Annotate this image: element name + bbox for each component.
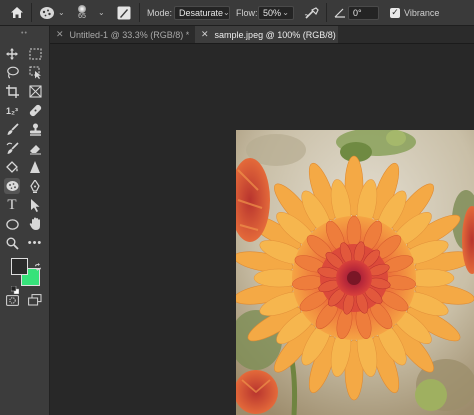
sharpen-icon [30, 160, 40, 173]
chevron-down-icon[interactable]: ⌄ [98, 0, 105, 25]
airbrush-toggle[interactable] [304, 0, 320, 25]
stamp-icon [29, 123, 41, 136]
tool-preset-picker[interactable]: ⌄ [39, 0, 65, 25]
brush-panel-icon [117, 6, 131, 19]
lasso-icon [6, 66, 19, 78]
home-button[interactable] [6, 0, 28, 25]
chevron-down-icon: ⌄ [223, 8, 230, 17]
sponge-tool[interactable] [4, 178, 20, 194]
screen-mode-toggle[interactable] [27, 292, 43, 308]
close-icon[interactable]: ✕ [201, 29, 209, 40]
mode-select[interactable]: Desaturate ⌄ [174, 0, 230, 25]
ellipse-icon [5, 218, 19, 230]
type-tool[interactable]: T [4, 197, 20, 213]
object-selection-tool[interactable] [27, 64, 43, 80]
mode-value: Desaturate [179, 7, 224, 18]
angle-input[interactable]: 0° [348, 0, 379, 25]
history-brush-tool[interactable] [4, 140, 20, 156]
angle-icon-wrap [334, 0, 346, 25]
history-brush-icon [6, 141, 19, 154]
marquee-icon [29, 48, 41, 60]
angle-icon [334, 8, 345, 18]
brush-tip-icon [78, 4, 86, 13]
move-icon [6, 48, 18, 60]
brush-preset-picker[interactable]: 65 [78, 0, 86, 25]
flow-value: 50% [263, 7, 282, 18]
more-tools[interactable]: ••• [27, 235, 43, 251]
flow-label: Flow: [236, 7, 258, 18]
tab-label: sample.jpeg @ 100% (RGB/8) [214, 29, 336, 40]
separator [326, 3, 327, 22]
separator [31, 3, 32, 22]
swap-colors-button[interactable] [34, 258, 42, 276]
brush-tool[interactable] [4, 121, 20, 137]
paint-bucket-icon [6, 160, 18, 173]
flow-input[interactable]: 50% ⌄ [258, 0, 294, 25]
vibrance-label: Vibrance [404, 7, 440, 18]
panel-grip-icon[interactable]: •• [0, 26, 49, 40]
tab-sample-jpeg[interactable]: ✕ sample.jpeg @ 100% (RGB/8) [195, 26, 338, 43]
home-icon [11, 7, 23, 18]
healing-brush-tool[interactable] [27, 102, 43, 118]
lasso-tool[interactable] [4, 64, 20, 80]
tab-label: Untitled-1 @ 33.3% (RGB/8) * [69, 29, 190, 40]
sponge-icon [6, 181, 18, 191]
clone-stamp-tool[interactable] [27, 121, 43, 137]
airbrush-icon [304, 6, 319, 19]
brush-icon [7, 122, 19, 135]
pen-tool[interactable] [27, 178, 43, 194]
hand-icon [29, 217, 40, 230]
brush-settings-toggle[interactable] [117, 0, 131, 25]
options-bar: ⌄ 65 ⌄ Mode: Desaturate ⌄ Flow: 50% ⌄ 0°… [0, 0, 474, 26]
artboard-tool[interactable] [27, 46, 43, 62]
count-tool[interactable]: 1₂³ [3, 103, 21, 119]
path-selection-tool[interactable] [27, 197, 43, 213]
tools-panel: •• 1₂³ T ••• [0, 26, 50, 415]
eraser-icon [29, 144, 41, 154]
vibrance-checkbox[interactable]: ✓ [390, 0, 400, 25]
foreground-color-swatch[interactable] [11, 258, 28, 275]
type-icon: T [7, 196, 17, 213]
paint-bucket-tool[interactable] [4, 159, 20, 175]
brush-size-value: 65 [78, 12, 86, 20]
screen-mode-icon [28, 294, 42, 306]
magnifier-icon [6, 237, 19, 250]
zoom-tool[interactable] [4, 235, 20, 251]
quick-mask-icon [5, 294, 19, 306]
flower-photo [236, 130, 474, 415]
close-icon[interactable]: ✕ [56, 29, 64, 40]
frame-icon [28, 84, 42, 98]
eraser-tool[interactable] [27, 140, 43, 156]
chevron-down-icon: ⌄ [282, 8, 289, 17]
quick-mask-toggle[interactable] [4, 292, 20, 308]
document-tabs: ✕ Untitled-1 @ 33.3% (RGB/8) * ✕ sample.… [50, 26, 474, 44]
chevron-down-icon: ⌄ [58, 8, 65, 17]
crop-tool[interactable] [4, 83, 20, 99]
frame-tool[interactable] [27, 83, 43, 99]
mode-label: Mode: [147, 7, 173, 18]
hand-tool[interactable] [27, 216, 43, 232]
separator [139, 3, 140, 22]
ellipse-tool[interactable] [4, 216, 20, 232]
move-tool[interactable] [4, 46, 20, 62]
crop-icon [5, 84, 19, 98]
tab-untitled-1[interactable]: ✕ Untitled-1 @ 33.3% (RGB/8) * [50, 26, 194, 43]
swap-arrows-icon [35, 263, 41, 271]
sponge-icon [40, 6, 54, 19]
bandage-icon [29, 104, 41, 116]
object-selection-icon [29, 66, 41, 79]
checkmark-icon: ✓ [390, 7, 400, 18]
count-icon: 1₂³ [5, 106, 18, 116]
arrow-cursor-icon [30, 198, 39, 212]
document-image[interactable] [236, 130, 474, 415]
ellipsis-icon: ••• [27, 236, 43, 249]
angle-value: 0° [353, 7, 362, 18]
sharpen-tool[interactable] [27, 159, 43, 175]
pen-icon [30, 179, 40, 193]
